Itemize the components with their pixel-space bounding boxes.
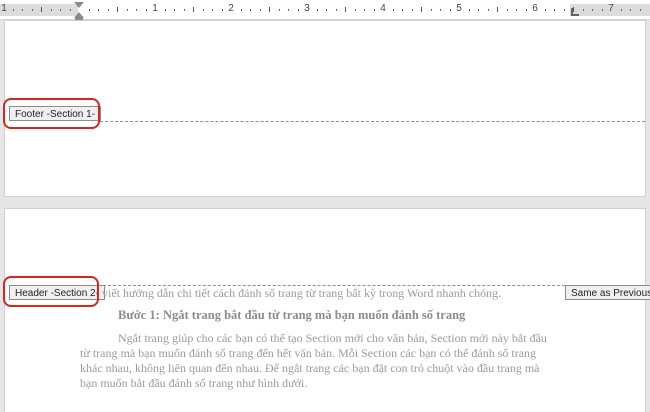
- paragraph-line: Ngắt trang giúp cho các bạn có thể tạo S…: [118, 331, 547, 345]
- paragraph-line: bạn muốn bắt đầu đánh số trang như hình …: [80, 376, 308, 390]
- ruler-dot: [60, 9, 61, 11]
- ruler-dot: [355, 9, 356, 11]
- ruler-dot: [507, 9, 508, 11]
- same-as-previous-tag[interactable]: Same as Previous: [565, 285, 650, 300]
- ruler-dot: [165, 9, 166, 11]
- ruler-dot: [621, 9, 622, 11]
- ruler-dot: [431, 9, 432, 11]
- ruler-half-tick: [41, 7, 42, 12]
- ruler-label: 3: [304, 3, 310, 14]
- ruler-half-tick: [345, 7, 346, 12]
- ruler-dot: [364, 9, 365, 11]
- ruler-dot: [260, 9, 261, 11]
- ruler-dot: [469, 9, 470, 11]
- first-line-indent-marker[interactable]: [74, 2, 84, 8]
- ruler-dot: [478, 9, 479, 11]
- ruler-dot: [564, 9, 565, 11]
- ruler-dot: [222, 9, 223, 11]
- ruler-dot: [13, 9, 14, 11]
- step-heading: Bước 1: Ngắt trang bắt đầu từ trang mà b…: [118, 308, 466, 322]
- ruler-dot: [184, 9, 185, 11]
- ruler-dot: [212, 9, 213, 11]
- ruler-dot: [602, 9, 603, 11]
- ruler-dot: [317, 9, 318, 11]
- ruler-dot: [554, 9, 555, 11]
- ruler-dot: [51, 9, 52, 11]
- ruler-dot: [70, 9, 71, 11]
- footer-tag-highlight: [3, 98, 100, 129]
- ruler-dot: [583, 9, 584, 11]
- ruler-dot: [241, 9, 242, 11]
- ruler-label: 6: [532, 3, 538, 14]
- ruler-dot: [488, 9, 489, 11]
- ruler-dot: [592, 9, 593, 11]
- ruler-dot: [127, 9, 128, 11]
- ruler-dot: [32, 9, 33, 11]
- ruler-dot: [630, 9, 631, 11]
- ruler-dot: [640, 9, 641, 11]
- ruler-label: 1: [1, 3, 7, 14]
- ruler-dot: [288, 9, 289, 11]
- ruler-dot: [545, 9, 546, 11]
- ruler-label: 1: [152, 3, 158, 14]
- ruler-half-tick: [269, 7, 270, 12]
- ruler-dot: [450, 9, 451, 11]
- ruler-dot: [440, 9, 441, 11]
- ruler-label: 2: [228, 3, 234, 14]
- ruler-dot: [298, 9, 299, 11]
- ruler-dot: [22, 9, 23, 11]
- ruler-dot: [174, 9, 175, 11]
- ruler-dot: [393, 9, 394, 11]
- ruler-dot: [146, 9, 147, 11]
- ruler-dot: [203, 9, 204, 11]
- right-indent-marker[interactable]: [571, 8, 579, 16]
- ruler-dot: [336, 9, 337, 11]
- ruler-left-margin: [0, 4, 78, 16]
- ruler-dot: [326, 9, 327, 11]
- ruler-dot: [89, 9, 90, 11]
- ruler-dot: [526, 9, 527, 11]
- ruler-dot: [250, 9, 251, 11]
- ruler-label: 5: [456, 3, 462, 14]
- ruler-label: 4: [380, 3, 386, 14]
- ruler-dot: [402, 9, 403, 11]
- header-tag-highlight: [3, 276, 99, 307]
- ruler-label: 7: [608, 3, 614, 14]
- paragraph-line: khác nhau, không liên quan đến nhau. Để …: [80, 361, 540, 375]
- ruler-half-tick: [497, 7, 498, 12]
- paragraph-line: từ trang mà bạn muốn đánh số trang đến h…: [80, 346, 537, 360]
- ruler-dot: [136, 9, 137, 11]
- ruler-dot: [108, 9, 109, 11]
- ruler-half-tick: [193, 7, 194, 12]
- ruler-dot: [412, 9, 413, 11]
- ruler-half-tick: [421, 7, 422, 12]
- ruler-half-tick: [117, 7, 118, 12]
- footer-separator-line: [100, 121, 645, 122]
- intro-text-line: viết hướng dẫn chi tiết cách đánh số tra…: [102, 286, 502, 300]
- ruler-dot: [516, 9, 517, 11]
- ruler-dot: [279, 9, 280, 11]
- ruler-dot: [98, 9, 99, 11]
- ruler-dot: [374, 9, 375, 11]
- horizontal-ruler[interactable]: 1 1 2 3 4 5 6 7: [0, 0, 650, 21]
